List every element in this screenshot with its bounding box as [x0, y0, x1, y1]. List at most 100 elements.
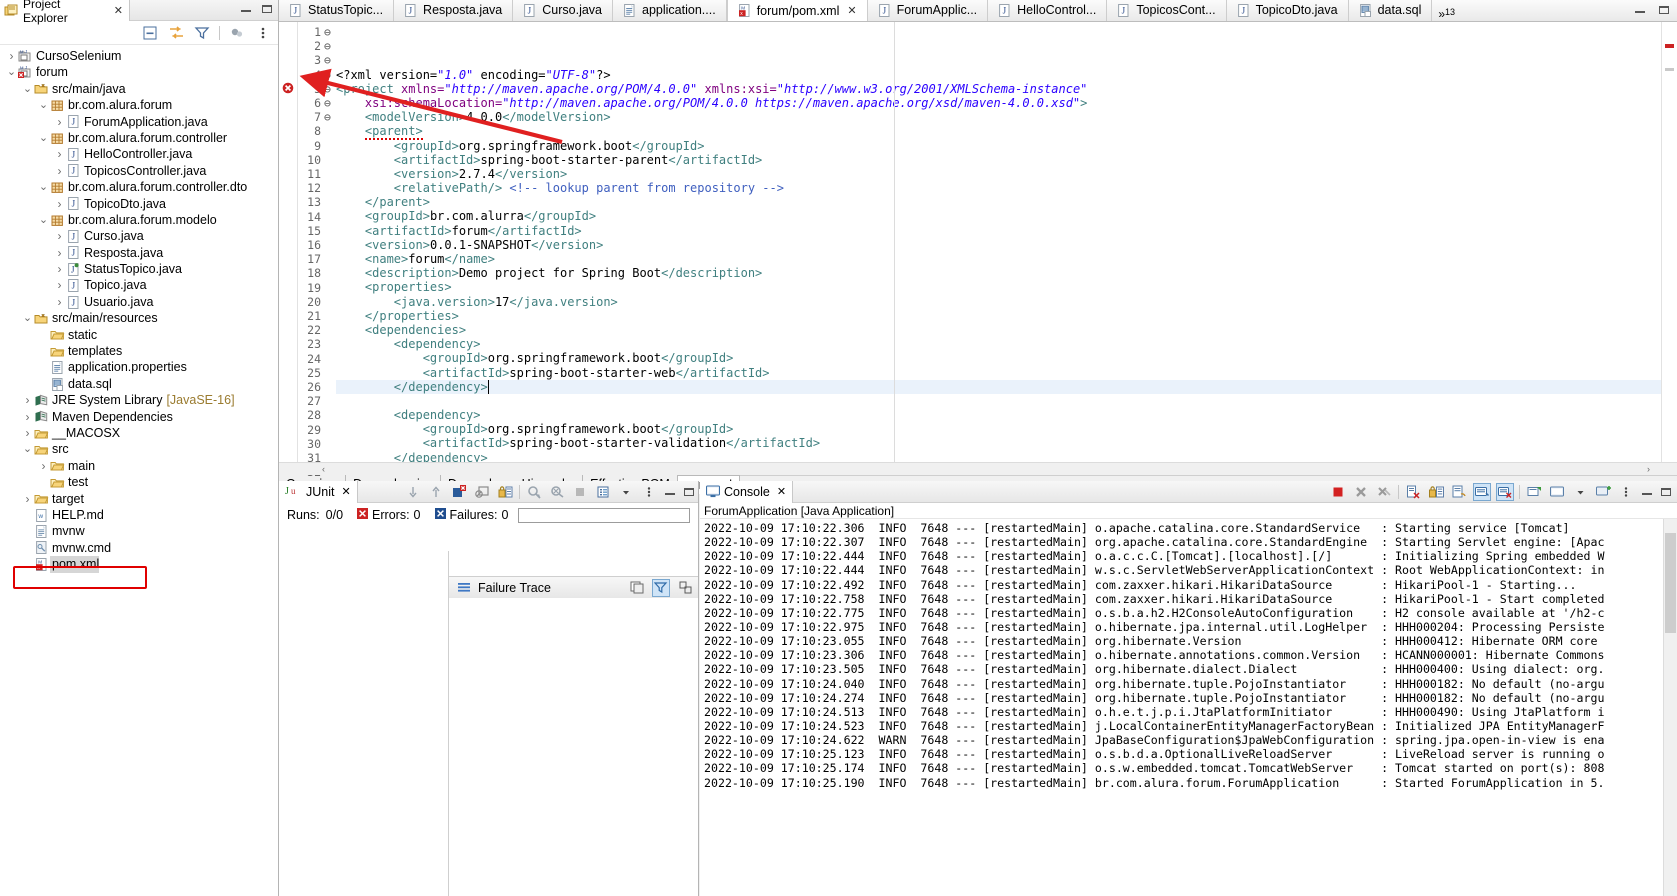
- maximize-icon[interactable]: [1659, 485, 1673, 499]
- next-failure-icon[interactable]: [404, 483, 422, 501]
- project-tree[interactable]: › M J CursoSelenium ⌄ M Jforum ⌄ src/main/java ⌄ b…: [0, 45, 278, 573]
- code-line[interactable]: <groupId>org.springframework.boot</group…: [336, 351, 1661, 365]
- tree-item-topico-java[interactable]: › J Topico.java: [0, 277, 278, 293]
- view-menu-icon[interactable]: [640, 483, 658, 501]
- expand-arrow-collapsed-icon[interactable]: ›: [54, 228, 65, 244]
- expand-arrow-collapsed-icon[interactable]: ›: [54, 294, 65, 310]
- console-output[interactable]: 2022-10-09 17:10:22.306 INFO 7648 --- [r…: [700, 519, 1663, 896]
- source-code-text[interactable]: <?xml version="1.0" encoding="UTF-8"?> <p…: [336, 22, 1661, 462]
- code-line[interactable]: <?xml version="1.0" encoding="UTF-8"?>: [336, 68, 1661, 82]
- terminate-icon[interactable]: [1329, 483, 1347, 501]
- tree-item-forum[interactable]: ⌄ M Jforum: [0, 64, 278, 80]
- tree-item-topicoscontroller-java[interactable]: › J TopicosController.java: [0, 163, 278, 179]
- tree-item-application-properties[interactable]: application.properties: [0, 359, 278, 375]
- stop-icon[interactable]: [571, 483, 589, 501]
- tree-item-cursoselenium[interactable]: › M J CursoSelenium: [0, 48, 278, 64]
- minimize-icon[interactable]: [1633, 3, 1647, 17]
- test-run-history-icon[interactable]: [594, 483, 612, 501]
- close-icon[interactable]: ✕: [341, 485, 350, 498]
- rerun-failed-icon[interactable]: [548, 483, 566, 501]
- pin-console-icon[interactable]: [1525, 483, 1543, 501]
- editor-tab-resposta-java[interactable]: J Resposta.java: [394, 0, 514, 21]
- folding-ruler[interactable]: ⊖ ⊖ ⊖ ⊖ ⊖ ⊖ ⊖: [324, 22, 336, 462]
- tree-item-topicodto-java[interactable]: › J TopicoDto.java: [0, 196, 278, 212]
- expand-arrow-collapsed-icon[interactable]: ›: [6, 48, 17, 64]
- tree-item-test[interactable]: test: [0, 474, 278, 490]
- tree-item-data-sql[interactable]: data.sql: [0, 376, 278, 392]
- tree-item-curso-java[interactable]: › J Curso.java: [0, 228, 278, 244]
- view-menu-icon[interactable]: [676, 579, 694, 597]
- maximize-icon[interactable]: [1657, 3, 1671, 17]
- code-line[interactable]: <project xmlns="http://maven.apache.org/…: [336, 82, 1661, 96]
- view-menu-icon[interactable]: [1617, 483, 1635, 501]
- expand-arrow-collapsed-icon[interactable]: ›: [54, 146, 65, 162]
- failure-trace-content[interactable]: [449, 598, 698, 896]
- code-line[interactable]: <description>Demo project for Spring Boo…: [336, 266, 1661, 280]
- compare-result-icon[interactable]: [628, 579, 646, 597]
- close-icon[interactable]: ✕: [777, 485, 786, 498]
- expand-arrow-expanded-icon[interactable]: ⌄: [38, 212, 49, 228]
- code-line[interactable]: <artifactId>spring-boot-starter-validati…: [336, 436, 1661, 450]
- filter-icon[interactable]: [193, 24, 211, 42]
- code-line[interactable]: <relativePath/> <!-- lookup parent from …: [336, 181, 1661, 195]
- code-line[interactable]: <groupId>br.com.alurra</groupId>: [336, 209, 1661, 223]
- error-marker-icon[interactable]: [282, 82, 294, 94]
- filter-stack-trace-icon[interactable]: [652, 578, 670, 597]
- minimize-icon[interactable]: [239, 2, 253, 16]
- code-line[interactable]: </dependency>: [336, 379, 1661, 394]
- expand-arrow-collapsed-icon[interactable]: ›: [54, 245, 65, 261]
- fold-toggle-icon[interactable]: ⊖: [324, 25, 336, 39]
- editor-tab-curso-java[interactable]: J Curso.java: [513, 0, 614, 21]
- remove-launch-icon[interactable]: [1352, 483, 1370, 501]
- code-line[interactable]: xsi:schemaLocation="http://maven.apache.…: [336, 96, 1661, 110]
- remove-all-launches-icon[interactable]: [1375, 483, 1393, 501]
- close-icon[interactable]: ✕: [847, 4, 856, 17]
- code-line[interactable]: <artifactId>forum</artifactId>: [336, 224, 1661, 238]
- expand-arrow-collapsed-icon[interactable]: ›: [54, 261, 65, 277]
- expand-arrow-collapsed-icon[interactable]: ›: [22, 491, 33, 507]
- show-ignored-icon[interactable]: [473, 483, 491, 501]
- tree-item-usuario-java[interactable]: › J Usuario.java: [0, 294, 278, 310]
- code-editor[interactable]: 1 2 3 4 5 6 7 8 9 10 11 12 13 14 15 16 17 18 19 20 21 22 23 24 2…: [279, 22, 1677, 479]
- show-failures-only-icon[interactable]: [450, 483, 468, 501]
- expand-arrow-expanded-icon[interactable]: ⌄: [22, 81, 33, 97]
- editor-tab-data-sql[interactable]: data.sql: [1349, 0, 1433, 21]
- tree-item-statustopico-java[interactable]: › J StatusTopico.java: [0, 261, 278, 277]
- expand-arrow-expanded-icon[interactable]: ⌄: [22, 310, 33, 326]
- editor-tabbar[interactable]: J StatusTopic... J Resposta.java J Curso.java…: [279, 0, 1677, 22]
- tree-item-main[interactable]: › main: [0, 458, 278, 474]
- tree-item-templates[interactable]: templates: [0, 343, 278, 359]
- minimize-icon[interactable]: [1640, 485, 1654, 499]
- fold-toggle-icon[interactable]: ⊖: [324, 110, 336, 124]
- code-line[interactable]: <groupId>org.springframework.boot</group…: [336, 139, 1661, 153]
- editor-tab-topicodto-java[interactable]: J TopicoDto.java: [1227, 0, 1349, 21]
- code-line[interactable]: <dependency>: [336, 337, 1661, 351]
- code-line[interactable]: </parent>: [336, 195, 1661, 209]
- expand-arrow-collapsed-icon[interactable]: ›: [54, 163, 65, 179]
- tree-item-src[interactable]: ⌄ src: [0, 441, 278, 457]
- display-selected-console-icon[interactable]: [1548, 483, 1566, 501]
- fold-toggle-icon[interactable]: ⊖: [324, 53, 336, 67]
- code-line[interactable]: <artifactId>spring-boot-starter-parent</…: [336, 153, 1661, 167]
- scroll-left-icon[interactable]: ‹: [317, 463, 330, 476]
- tree-item-macosx[interactable]: › __MACOSX: [0, 425, 278, 441]
- minimize-icon[interactable]: [663, 485, 677, 499]
- dropdown-icon[interactable]: [617, 483, 635, 501]
- expand-arrow-collapsed-icon[interactable]: ›: [54, 277, 65, 293]
- editor-tab-overflow[interactable]: » 13: [1432, 6, 1463, 21]
- annotation-ruler[interactable]: [279, 22, 298, 462]
- scroll-lock-icon[interactable]: [496, 483, 514, 501]
- expand-arrow-expanded-icon[interactable]: ⌄: [38, 130, 49, 146]
- expand-arrow-collapsed-icon[interactable]: ›: [22, 409, 33, 425]
- fold-toggle-icon[interactable]: ⊖: [324, 68, 336, 82]
- close-icon[interactable]: ✕: [114, 4, 123, 17]
- tree-item-mvnw-cmd[interactable]: mvnw.cmd: [0, 540, 278, 556]
- code-line[interactable]: <java.version>17</java.version>: [336, 295, 1661, 309]
- code-line[interactable]: <dependencies>: [336, 323, 1661, 337]
- code-line[interactable]: <dependency>: [336, 408, 1661, 422]
- tree-item-br-com-alura-forum-controller[interactable]: ⌄ br.com.alura.forum.controller: [0, 130, 278, 146]
- show-console-on-output-icon[interactable]: [1473, 483, 1491, 501]
- code-line[interactable]: <modelVersion>4.0.0</modelVersion>: [336, 110, 1661, 124]
- word-wrap-icon[interactable]: [1450, 483, 1468, 501]
- tree-item-help-md[interactable]: w HELP.md: [0, 507, 278, 523]
